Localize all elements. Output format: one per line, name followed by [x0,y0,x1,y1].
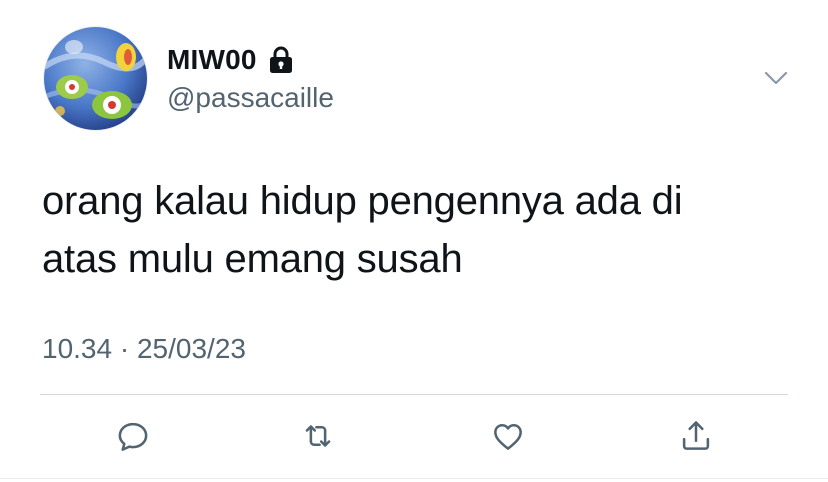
tweet-timestamp[interactable]: 10.34 · 25/03/23 [42,333,246,365]
tweet-text: orang kalau hidup pengennya ada di atas … [42,179,683,281]
display-name[interactable]: MIW00 [167,44,257,76]
reply-button[interactable] [111,414,155,458]
like-icon [489,417,527,455]
meta-separator: · [119,333,130,364]
avatar-image [44,27,147,130]
bottom-divider [0,478,828,479]
reply-icon [114,417,152,455]
more-options-chevron-icon[interactable] [760,64,792,92]
user-name-row: MIW00 [167,42,295,78]
share-icon [677,417,715,455]
tweet-time: 10.34 [42,333,113,364]
divider [40,394,788,395]
like-button[interactable] [486,414,530,458]
tweet-date: 25/03/23 [136,333,246,364]
retweet-button[interactable] [296,414,340,458]
avatar[interactable] [44,27,147,130]
retweet-icon [298,417,338,455]
user-handle[interactable]: @passacaille [167,82,334,114]
share-button[interactable] [674,414,718,458]
lock-icon [267,45,295,75]
